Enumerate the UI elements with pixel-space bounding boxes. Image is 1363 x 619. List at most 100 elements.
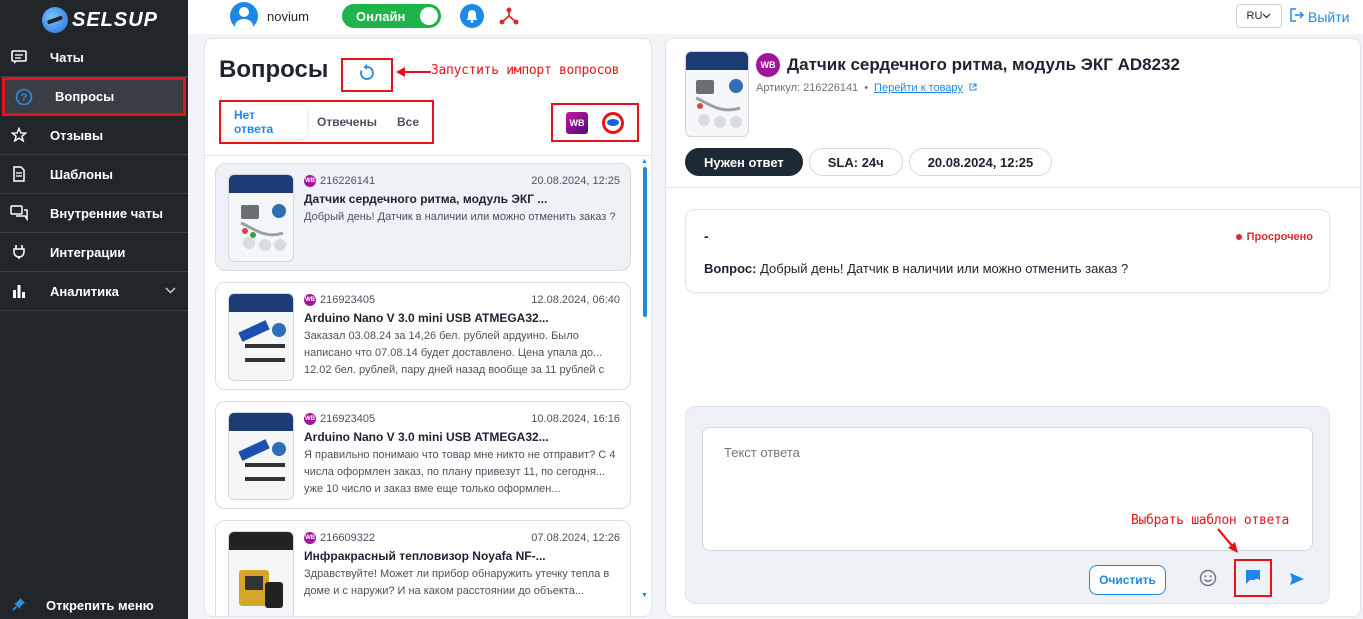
- product-thumbnail: [228, 293, 294, 381]
- tab-all[interactable]: Все: [387, 105, 429, 139]
- product-title: Датчик сердечного ритма, модуль ЭКГ AD82…: [787, 55, 1180, 74]
- overdue-status: Просрочено: [1235, 231, 1313, 243]
- product-sku: Артикул: 216226141: [756, 82, 859, 94]
- language-value: RU: [1246, 10, 1263, 22]
- unpin-menu-button[interactable]: Открепить меню: [12, 597, 154, 614]
- send-icon[interactable]: [1289, 571, 1305, 587]
- wb-badge: WB: [304, 413, 316, 425]
- item-text: Заказал 03.08.24 за 14,26 бел. рублей ар…: [304, 330, 605, 376]
- questions-panel: Вопросы Запустить импорт вопросов Нет от…: [204, 38, 652, 617]
- annotation-arrow: [396, 67, 431, 77]
- list-item[interactable]: WB 216923405 10.08.2024, 16:16 Arduino N…: [215, 401, 631, 509]
- divider: [205, 155, 651, 156]
- product-meta: Артикул: 216226141 • Перейти к товару: [756, 82, 977, 94]
- unpin-menu-label: Открепить меню: [46, 598, 154, 613]
- filter-tabs: Нет ответа Отвечены Все: [219, 100, 434, 144]
- logout-icon: [1290, 8, 1305, 25]
- sidebar-item-label: Шаблоны: [50, 166, 113, 182]
- emoji-icon[interactable]: [1199, 569, 1217, 587]
- sidebar-item-analytics[interactable]: Аналитика: [0, 272, 188, 311]
- sidebar-item-reviews[interactable]: Отзывы: [0, 116, 188, 155]
- ozon-filter[interactable]: [602, 111, 624, 134]
- scroll-up-arrow[interactable]: ▲: [641, 158, 648, 165]
- item-date: 12.08.2024, 06:40: [531, 294, 620, 306]
- sidebar-item-label: Отзывы: [50, 127, 104, 143]
- status-dot: [1235, 234, 1242, 240]
- question-author: -: [704, 228, 709, 244]
- separator-dot: •: [864, 82, 869, 94]
- template-icon: [1244, 568, 1262, 589]
- sidebar-item-internal-chats[interactable]: Внутренние чаты: [0, 194, 188, 233]
- sla-badge: SLA: 24ч: [808, 148, 903, 176]
- toggle-knob: [420, 7, 438, 25]
- item-date: 07.08.2024, 12:26: [531, 532, 620, 544]
- item-title: Arduino Nano V 3.0 mini USB ATMEGA32...: [304, 430, 549, 444]
- logo-text: SELSUP: [72, 8, 159, 31]
- wildberries-filter[interactable]: WB: [566, 111, 588, 134]
- item-sku: 216923405: [320, 413, 376, 425]
- import-questions-button[interactable]: [341, 58, 393, 92]
- product-thumbnail: [228, 412, 294, 500]
- sidebar-item-label: Вопросы: [55, 89, 115, 104]
- item-meta: WB 216923405 10.08.2024, 16:16: [304, 413, 620, 425]
- bar-chart-icon: [10, 282, 28, 300]
- sidebar-item-integrations[interactable]: Интеграции: [0, 233, 188, 272]
- logo[interactable]: SELSUP: [42, 6, 158, 34]
- plug-icon: [10, 243, 28, 261]
- select-template-button[interactable]: [1234, 559, 1272, 597]
- document-icon: [10, 165, 28, 183]
- questions-list: WB 216226141 20.08.2024, 12:25 Датчик се…: [215, 163, 632, 616]
- item-meta: WB 216609322 07.08.2024, 12:26: [304, 532, 620, 544]
- item-sku: 216226141: [320, 175, 376, 187]
- language-select[interactable]: RU: [1236, 4, 1282, 28]
- chat-icon: [10, 48, 28, 66]
- sidebar-item-templates[interactable]: Шаблоны: [0, 155, 188, 194]
- sidebar-item-label: Аналитика: [50, 283, 119, 299]
- network-icon[interactable]: [498, 5, 520, 27]
- sidebar-item-questions[interactable]: ? Вопросы: [2, 77, 186, 116]
- avatar[interactable]: [230, 2, 258, 30]
- page-title: Вопросы: [219, 56, 329, 83]
- item-text: Добрый день! Датчик в наличии или можно …: [304, 211, 616, 223]
- svg-text:?: ?: [21, 92, 28, 104]
- scrollbar[interactable]: [643, 167, 647, 317]
- list-item[interactable]: WB 216923405 12.08.2024, 06:40 Arduino N…: [215, 282, 631, 390]
- divider: [666, 187, 1360, 188]
- item-date: 10.08.2024, 16:16: [531, 413, 620, 425]
- product-link[interactable]: Перейти к товару: [874, 82, 963, 94]
- list-item[interactable]: WB 216609322 07.08.2024, 12:26 Инфракрас…: [215, 520, 631, 616]
- chevron-down-icon: [1262, 10, 1271, 22]
- tab-answered[interactable]: Отвечены: [307, 105, 387, 139]
- online-status-label: Онлайн: [356, 8, 406, 24]
- question-text: Вопрос: Добрый день! Датчик в наличии ил…: [704, 261, 1128, 276]
- product-image: [685, 51, 749, 137]
- wb-badge: WB: [304, 532, 316, 544]
- overdue-label: Просрочено: [1246, 231, 1313, 243]
- item-meta: WB 216923405 12.08.2024, 06:40: [304, 294, 620, 306]
- item-meta: WB 216226141 20.08.2024, 12:25: [304, 175, 620, 187]
- clear-button[interactable]: Очистить: [1089, 565, 1166, 595]
- sidebar-item-label: Интеграции: [50, 244, 126, 260]
- scroll-down-arrow[interactable]: ▼: [641, 592, 648, 599]
- date-badge: 20.08.2024, 12:25: [908, 148, 1053, 176]
- sidebar: SELSUP Чаты ? Вопросы Отзывы Шаблоны Вну…: [0, 0, 188, 619]
- online-status-toggle[interactable]: Онлайн: [342, 4, 441, 28]
- logout-button[interactable]: Выйти: [1290, 8, 1349, 25]
- question-detail-panel: WB Датчик сердечного ритма, модуль ЭКГ A…: [665, 38, 1361, 617]
- sidebar-item-chats[interactable]: Чаты: [0, 38, 188, 77]
- product-thumbnail: [228, 174, 294, 262]
- list-item[interactable]: WB 216226141 20.08.2024, 12:25 Датчик се…: [215, 163, 631, 271]
- wb-badge: WB: [304, 294, 316, 306]
- refresh-icon: [359, 63, 375, 87]
- sidebar-item-label: Чаты: [50, 49, 84, 65]
- question-icon: ?: [15, 88, 33, 106]
- wb-badge: WB: [756, 53, 780, 77]
- internal-chats-icon: [10, 204, 28, 222]
- reply-area: Выбрать шаблон ответа Очистить: [685, 406, 1330, 604]
- import-annotation: Запустить импорт вопросов: [431, 63, 620, 78]
- bell-icon[interactable]: [460, 4, 484, 28]
- tab-no-answer[interactable]: Нет ответа: [224, 105, 308, 139]
- topbar: novium Онлайн RU Выйти: [188, 0, 1363, 34]
- chevron-down-icon[interactable]: [165, 286, 176, 297]
- question-body: Добрый день! Датчик в наличии или можно …: [756, 261, 1129, 276]
